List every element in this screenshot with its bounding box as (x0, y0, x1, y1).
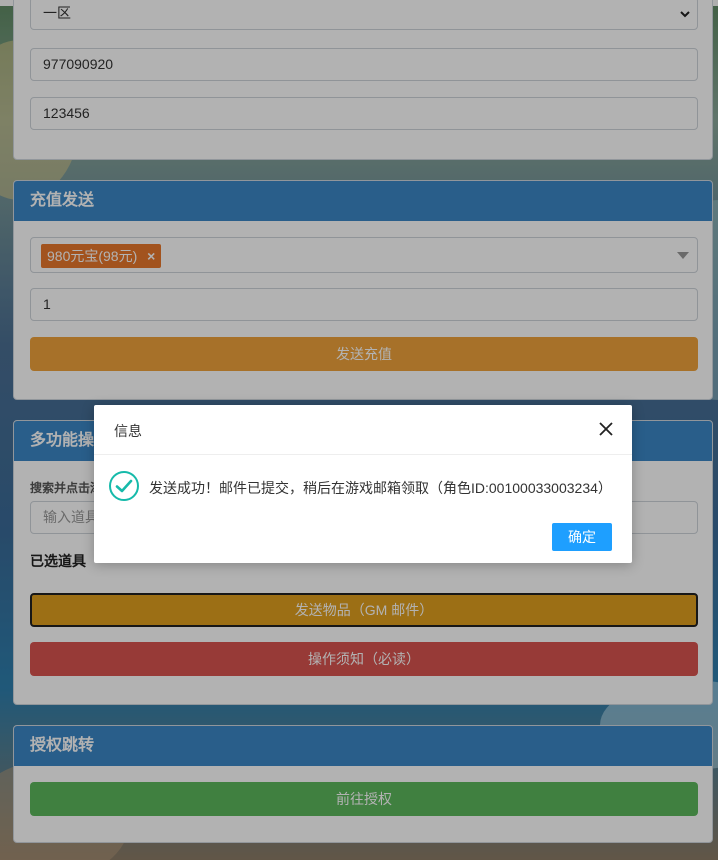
close-icon[interactable] (594, 417, 618, 441)
check-circle-icon (109, 471, 139, 501)
dialog-header: 信息 (94, 405, 632, 455)
dialog-title: 信息 (114, 423, 142, 439)
info-dialog: 信息 发送成功！邮件已提交，稍后在游戏邮箱领取（角色ID:00100033003… (94, 405, 632, 563)
dialog-body: 发送成功！邮件已提交，稍后在游戏邮箱领取（角色ID:00100033003234… (108, 469, 618, 503)
dialog-message: 发送成功！邮件已提交，稍后在游戏邮箱领取（角色ID:00100033003234… (149, 480, 612, 496)
dialog-ok-button[interactable]: 确定 (552, 523, 612, 551)
